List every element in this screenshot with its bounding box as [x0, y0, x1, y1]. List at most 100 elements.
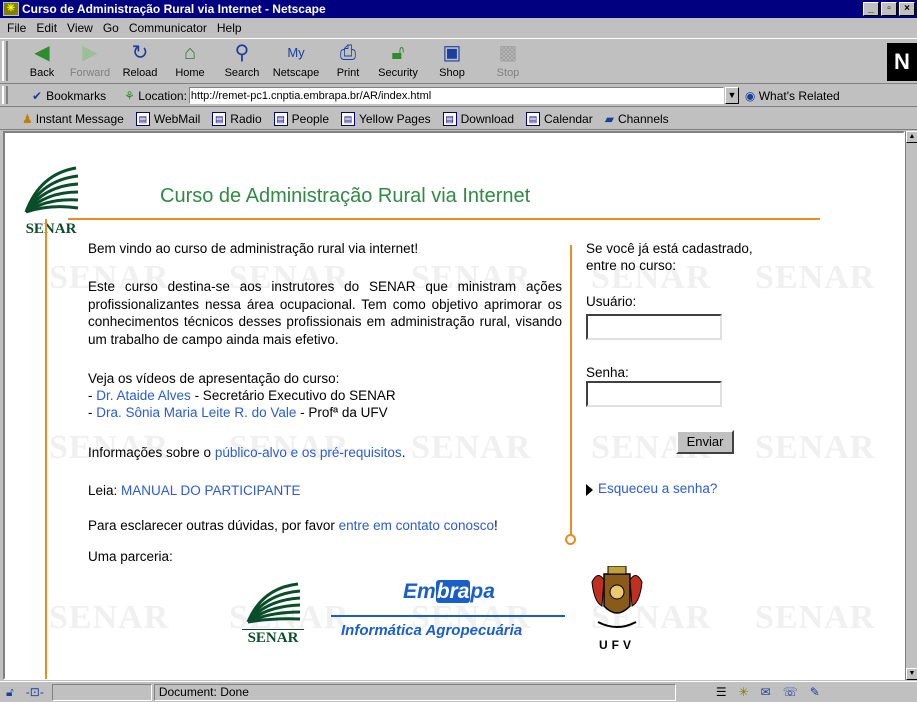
page-title: Curso de Administração Rural via Interne…: [160, 185, 531, 207]
doc-icon: ▤: [212, 111, 227, 126]
security-status-icon[interactable]: 🔓︎: [6, 685, 14, 700]
embrapa-logo[interactable]: Embrapa Informática Agropecuária: [331, 576, 565, 642]
personal-item-instant-message[interactable]: ♟ Instant Message: [22, 112, 124, 126]
search-button[interactable]: ⚲ Search: [214, 41, 270, 83]
composer-icon[interactable]: ✎: [810, 685, 820, 699]
stop-button[interactable]: ▩ Stop: [480, 41, 536, 83]
menu-help[interactable]: Help: [217, 21, 242, 35]
username-input[interactable]: [586, 314, 722, 340]
bookmarks-label: Bookmarks: [46, 88, 107, 103]
reload-button[interactable]: ↻ Reload: [112, 41, 168, 83]
mail-icon[interactable]: ✉: [761, 685, 771, 699]
personal-item-calendar[interactable]: ▤ Calendar: [526, 111, 593, 126]
read-line: Leia: MANUAL DO PARTICIPANTE: [88, 482, 301, 500]
read-prefix: Leia:: [88, 483, 122, 498]
title-bar: ✳ Curso de Administração Rural via Inter…: [0, 0, 917, 18]
toolbar-grip[interactable]: [2, 41, 8, 81]
print-button[interactable]: ⎙ Print: [320, 41, 376, 83]
status-bar: 🔓︎ -⊡- Document: Done ☰ ✳ ✉ ☏ ✎: [0, 681, 917, 702]
personal-item-download[interactable]: ▤ Download: [442, 111, 514, 126]
scroll-up-button[interactable]: ▲: [906, 131, 917, 143]
ufv-text: UFV: [599, 638, 635, 652]
info-prefix: Informações sobre o: [88, 445, 215, 460]
location-label-text: Location:: [138, 88, 187, 103]
ufv-crest-icon: [591, 565, 643, 628]
personal-item-yellow-pages[interactable]: ▤ Yellow Pages: [341, 111, 431, 126]
shop-button[interactable]: ▣ Shop: [424, 41, 480, 83]
info-suffix: .: [401, 445, 406, 460]
vertical-scrollbar[interactable]: ▲ ▼: [905, 131, 917, 680]
netscape-app-icon[interactable]: ✳: [3, 2, 19, 16]
navigator-icon[interactable]: ✳: [739, 685, 749, 699]
watermark: SENAR: [755, 599, 876, 636]
security-button[interactable]: 🔓︎ Security: [370, 41, 426, 83]
netscape-logo[interactable]: N: [887, 43, 917, 81]
personal-item-people[interactable]: ▤ People: [273, 111, 329, 126]
whats-related-icon: ◉: [744, 88, 756, 103]
senar-wheat-icon: [24, 166, 79, 214]
partner-senar-logo[interactable]: SENAR: [242, 580, 304, 647]
personal-item-label: Calendar: [544, 111, 593, 126]
embrapa-em: Em: [403, 580, 436, 603]
personal-item-webmail[interactable]: ▤ WebMail: [135, 111, 200, 126]
maximize-button[interactable]: ▫: [881, 2, 897, 16]
padlock-icon: 🔓︎: [391, 42, 405, 64]
location-dropdown-button[interactable]: ▼: [724, 87, 739, 104]
component-bar-icon[interactable]: ☰: [716, 685, 727, 699]
netscape-window: ✳ Curso de Administração Rural via Inter…: [0, 0, 917, 702]
window-title: Curso de Administração Rural via Interne…: [22, 2, 326, 16]
print-label: Print: [336, 67, 360, 79]
partner-senar-text: SENAR: [242, 629, 304, 647]
submit-button[interactable]: Enviar: [676, 430, 734, 454]
connection-status-icon[interactable]: -⊡-: [26, 685, 44, 699]
partnership-label: Uma parceria:: [88, 549, 173, 564]
watermark: SENAR: [755, 429, 876, 466]
forward-button[interactable]: ▶ Forward: [62, 41, 118, 83]
personal-item-radio[interactable]: ▤ Radio: [212, 111, 262, 126]
ufv-logo[interactable]: UFV: [590, 565, 643, 652]
column-divider: [570, 245, 572, 535]
audience-prerequisites-link[interactable]: público-alvo e os pré-requisitos: [215, 445, 402, 460]
minimize-button[interactable]: _: [863, 2, 879, 16]
menu-communicator[interactable]: Communicator: [129, 21, 207, 35]
whats-related-button[interactable]: ◉ What's Related: [745, 89, 840, 103]
home-button[interactable]: ⌂ Home: [162, 41, 218, 83]
personal-item-channels[interactable]: ▰ Channels: [605, 112, 669, 126]
menu-file[interactable]: File: [7, 21, 26, 35]
embrapa-bra: bra: [435, 580, 471, 603]
bookmarks-button[interactable]: ✔ Bookmarks: [32, 89, 106, 103]
location-url-input[interactable]: [188, 87, 724, 104]
intro-text: Este curso destina-se aos instrutores do…: [88, 279, 562, 347]
senar-logo: SENAR: [20, 164, 82, 238]
search-icon: ⚲: [234, 42, 250, 64]
locbar-grip[interactable]: [2, 86, 8, 104]
video-link-ataide-alves[interactable]: Dr. Ataide Alves: [96, 388, 191, 403]
senar-wheat-icon: [246, 582, 301, 624]
netscape-button[interactable]: My Netscape: [268, 41, 324, 83]
security-label: Security: [378, 67, 418, 79]
info-line: Informações sobre o público-alvo e os pr…: [88, 444, 405, 462]
close-button[interactable]: ×: [899, 2, 915, 16]
password-input[interactable]: [586, 381, 722, 407]
video-caption: - Profª da UFV: [296, 405, 388, 420]
contact-suffix: !: [493, 518, 498, 533]
home-label: Home: [175, 67, 205, 79]
menu-view[interactable]: View: [67, 21, 93, 35]
personal-toolbar: ♟ Instant Message ▤ WebMail ▤ Radio ▤ People…: [0, 108, 917, 130]
username-label: Usuário:: [586, 294, 637, 309]
discussions-icon[interactable]: ☏: [783, 685, 798, 699]
contact-us-link[interactable]: entre em contato conosco: [339, 518, 494, 533]
title-rule: [68, 218, 820, 220]
navigation-toolbar: ◀ Back ▶ Forward ↻ Reload ⌂ Home ⚲ Searc…: [0, 38, 917, 84]
menu-go[interactable]: Go: [103, 21, 119, 35]
progress-bar: [51, 683, 152, 701]
forgot-password-link[interactable]: Esqueceu a senha?: [598, 480, 717, 497]
embrapa-rule: [331, 615, 565, 617]
video-link-sonia-vale[interactable]: Dra. Sônia Maria Leite R. do Vale: [96, 405, 296, 420]
page-proxy-icon[interactable]: ⚘: [124, 89, 135, 103]
menu-edit[interactable]: Edit: [36, 21, 57, 35]
participant-manual-link[interactable]: MANUAL DO PARTICIPANTE: [121, 483, 301, 498]
stop-label: Stop: [496, 67, 520, 79]
arrow-right-icon: [586, 484, 593, 496]
scroll-down-button[interactable]: ▼: [906, 668, 917, 680]
